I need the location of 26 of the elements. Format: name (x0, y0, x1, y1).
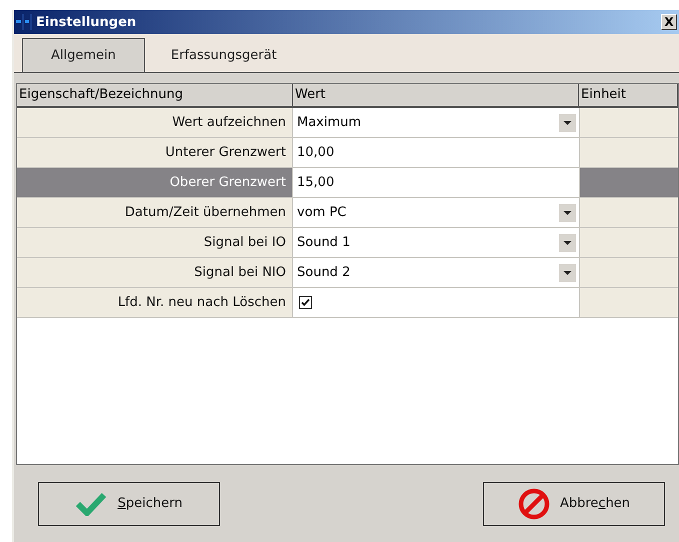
app-icon (16, 14, 34, 30)
property-label[interactable]: Oberer Grenzwert (17, 168, 293, 197)
dropdown[interactable]: vom PC (297, 204, 579, 222)
tab[interactable]: Allgemein (22, 38, 145, 72)
cancel-button[interactable]: Abbrechen (483, 482, 665, 526)
property-label[interactable]: Datum/Zeit übernehmen (17, 198, 293, 227)
input-field[interactable]: 15,00 (297, 175, 557, 190)
checkmark-icon (76, 492, 108, 516)
property-label[interactable]: Unterer Grenzwert (17, 138, 293, 167)
save-button[interactable]: Speichern (38, 482, 220, 526)
dropdown[interactable]: Sound 2 (297, 264, 579, 282)
column-header: Wert (293, 84, 579, 106)
property-label[interactable]: Wert aufzeichnen (17, 108, 293, 137)
window-title: Einstellungen (36, 14, 138, 30)
property-label[interactable]: Signal bei NIO (17, 258, 293, 287)
tab[interactable]: Erfassungsgerät (144, 38, 303, 72)
checkbox[interactable] (299, 296, 312, 309)
dropdown[interactable]: Maximum (297, 114, 579, 132)
close-button[interactable]: X (661, 14, 677, 30)
input-field[interactable]: 10,00 (297, 145, 557, 160)
column-header: Einheit (579, 84, 678, 106)
property-label[interactable]: Lfd. Nr. neu nach Löschen (17, 288, 293, 317)
prohibited-icon (518, 488, 550, 520)
property-label[interactable]: Signal bei IO (17, 228, 293, 257)
dropdown[interactable]: Sound 1 (297, 234, 579, 252)
column-header: Eigenschaft/Bezeichnung (17, 84, 293, 106)
